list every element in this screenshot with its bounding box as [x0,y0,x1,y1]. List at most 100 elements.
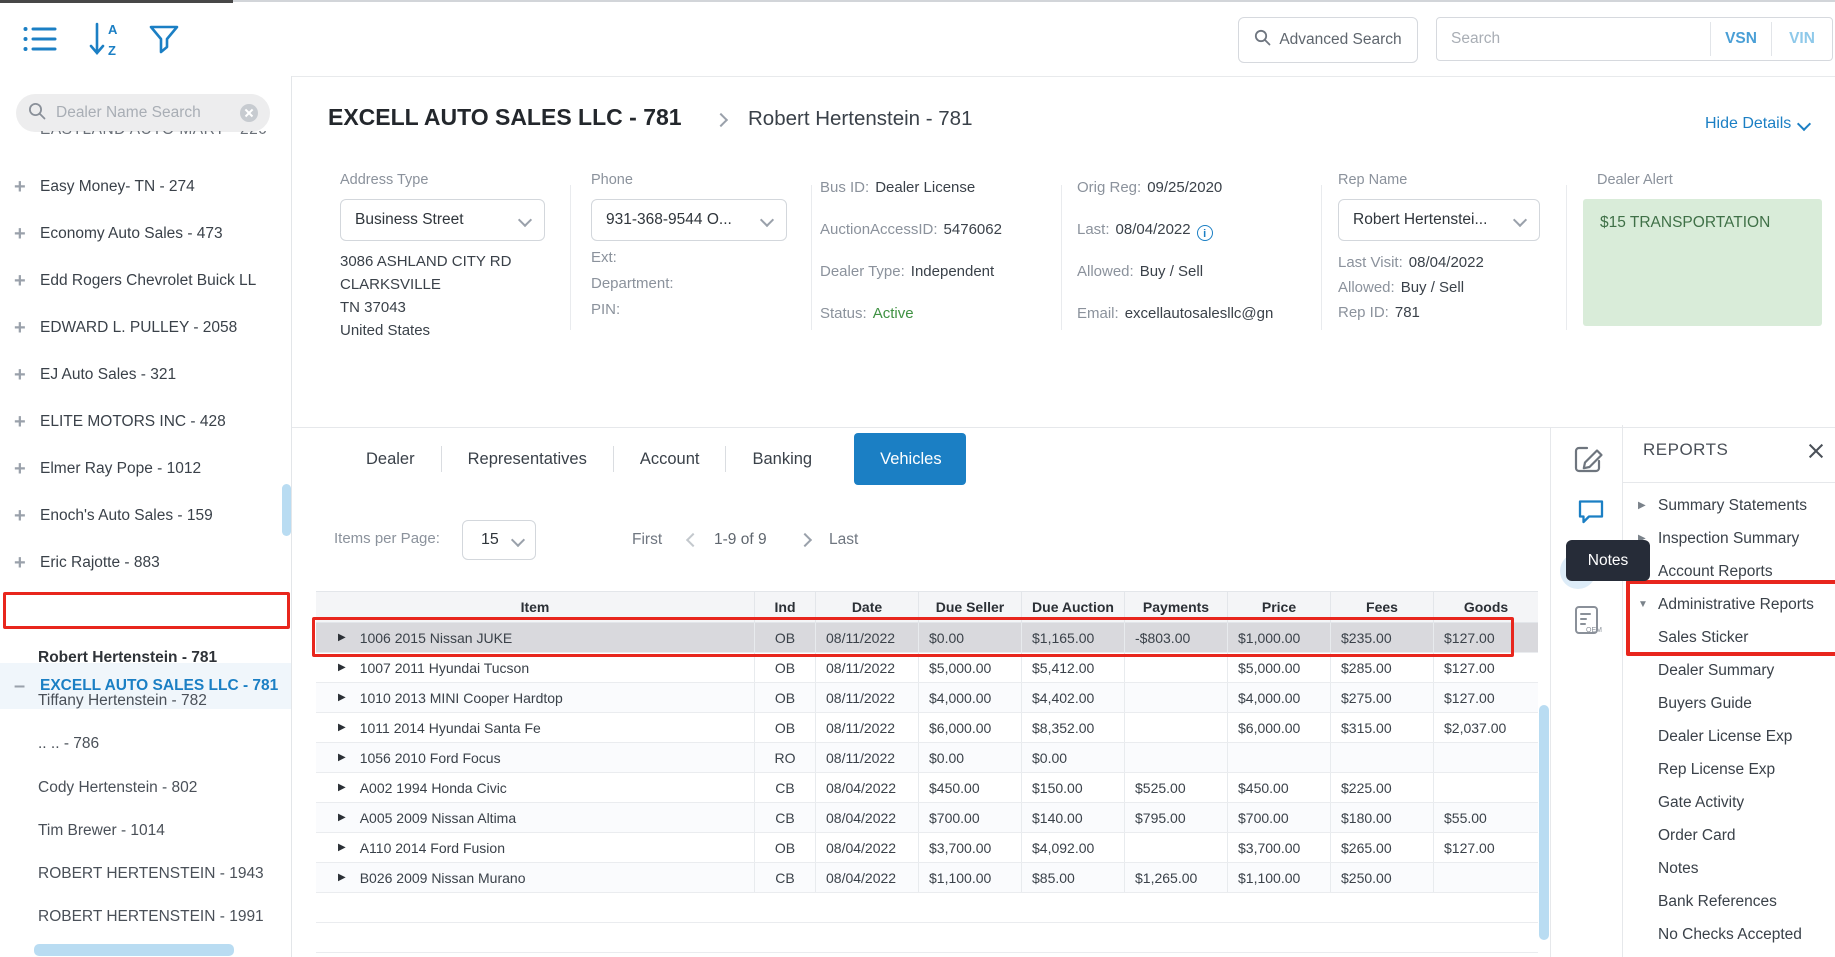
tab-representatives[interactable]: Representatives [442,433,613,485]
expand-plus-icon[interactable]: + [0,411,40,434]
address-type-select[interactable]: Business Street [340,199,545,241]
sidebar-rep-robert-hertenstein-1991[interactable]: ROBERT HERTENSTEIN - 1991 [0,895,292,939]
row-expand-icon[interactable]: ▶ [338,842,346,853]
report-item-summary-statements[interactable]: ▶Summary Statements [1622,489,1835,522]
row-expand-icon[interactable]: ▶ [338,752,346,763]
row-expand-icon[interactable]: ▶ [338,872,346,883]
table-row-a002-1994-honda-civic[interactable]: ▶A002 1994 Honda CivicCB08/04/2022$450.0… [316,773,1538,803]
info-icon[interactable]: i [1197,225,1213,241]
chat-icon[interactable] [1577,498,1605,530]
row-expand-icon[interactable]: ▶ [338,722,346,733]
report-item-notes[interactable]: Notes [1622,852,1835,885]
pagination-prev-icon[interactable] [686,533,700,547]
triangle-down-icon[interactable]: ▼ [1638,599,1648,610]
phone-select[interactable]: 931-368-9544 O... [591,199,787,241]
tab-dealer[interactable]: Dealer [340,433,441,485]
column-header-payments[interactable]: Payments [1125,592,1228,622]
report-item-buyers-guide[interactable]: Buyers Guide [1622,687,1835,720]
sidebar-item-elmer-ray-pope-1012[interactable]: +Elmer Ray Pope - 1012 [0,446,292,492]
sidebar-item-economy-auto-sales-473[interactable]: +Economy Auto Sales - 473 [0,211,292,257]
report-item-order-card[interactable]: Order Card [1622,819,1835,852]
vin-button[interactable]: VIN [1772,18,1832,60]
column-header-ind[interactable]: Ind [755,592,816,622]
report-item-bank-references[interactable]: Bank References [1622,885,1835,918]
clipped-dealer-item[interactable]: EASTLAND AUTO MART - 220 [0,131,292,146]
expand-plus-icon[interactable]: + [0,364,40,387]
list-icon[interactable] [22,25,58,58]
breadcrumb-dealer[interactable]: EXCELL AUTO SALES LLC - 781 [328,104,682,131]
edit-icon[interactable] [1572,443,1604,480]
sidebar-item-elite-motors-inc-428[interactable]: +ELITE MOTORS INC - 428 [0,399,292,445]
report-item-dealer-license-exp[interactable]: Dealer License Exp [1622,720,1835,753]
breadcrumb-representative[interactable]: Robert Hertenstein - 781 [748,107,972,131]
expand-plus-icon[interactable]: + [0,552,40,575]
table-vertical-scrollbar[interactable] [1539,705,1549,940]
report-item-administrative-reports[interactable]: ▼Administrative Reports [1622,588,1835,621]
column-header-price[interactable]: Price [1228,592,1331,622]
search-input[interactable] [1437,18,1710,60]
table-row-1056-2010-ford-focus[interactable]: ▶1056 2010 Ford FocusRO08/11/2022$0.00$0… [316,743,1538,773]
sidebar-rep-cody-hertenstein-802[interactable]: Cody Hertenstein - 802 [0,766,292,810]
report-item-rep-license-exp[interactable]: Rep License Exp [1622,753,1835,786]
table-row-1006-2015-nissan-juke[interactable]: ▶1006 2015 Nissan JUKEOB08/11/2022$0.00$… [316,623,1538,653]
sidebar-item-easy-money-tn-274[interactable]: +Easy Money- TN - 274 [0,164,292,210]
sort-az-icon[interactable]: A Z [88,21,120,62]
column-header-goods[interactable]: Goods [1434,592,1538,622]
sidebar-horizontal-scrollbar[interactable] [34,944,234,956]
row-expand-icon[interactable]: ▶ [338,812,346,823]
expand-plus-icon[interactable]: + [0,270,40,293]
row-expand-icon[interactable]: ▶ [338,632,346,643]
rep-name-select[interactable]: Robert Hertenstei... [1338,199,1540,241]
sidebar-item-edward-l-pulley-2058[interactable]: +EDWARD L. PULLEY - 2058 [0,305,292,351]
sidebar-item-ej-auto-sales-321[interactable]: +EJ Auto Sales - 321 [0,352,292,398]
expand-plus-icon[interactable]: + [0,317,40,340]
sidebar-rep-robert-hertenstein-781[interactable]: Robert Hertenstein - 781 [0,636,292,680]
table-row-1007-2011-hyundai-tucson[interactable]: ▶1007 2011 Hyundai TucsonOB08/11/2022$5,… [316,653,1538,683]
pagination-first[interactable]: First [632,531,662,549]
dealer-name-search-input[interactable] [54,103,232,123]
advanced-search-button[interactable]: Advanced Search [1238,17,1418,63]
hide-details-link[interactable]: Hide Details [1705,115,1809,133]
report-item-gate-activity[interactable]: Gate Activity [1622,786,1835,819]
sidebar-rep-robert-hertenstein-1943[interactable]: ROBERT HERTENSTEIN - 1943 [0,852,292,896]
sidebar-rep-786[interactable]: .. .. - 786 [0,722,292,766]
sidebar-item-edd-rogers-chevrolet-buick-ll[interactable]: +Edd Rogers Chevrolet Buick LL [0,258,292,304]
items-per-page-select[interactable]: 15 [462,520,536,560]
filter-icon[interactable] [148,23,180,60]
tab-account[interactable]: Account [614,433,726,485]
report-item-account-reports[interactable]: ▶Account Reports [1622,555,1835,588]
close-icon[interactable] [1806,441,1826,461]
column-header-item[interactable]: Item [316,592,755,622]
sidebar-vertical-scrollbar[interactable] [282,484,291,536]
oem-document-icon[interactable]: OEM [1573,605,1603,642]
tab-vehicles[interactable]: Vehicles [854,433,966,485]
report-item-sales-sticker[interactable]: Sales Sticker [1622,621,1835,654]
expand-plus-icon[interactable]: + [0,223,40,246]
sidebar-item-enoch-s-auto-sales-159[interactable]: +Enoch's Auto Sales - 159 [0,493,292,539]
column-header-due-auction[interactable]: Due Auction [1022,592,1125,622]
table-row-b026-2009-nissan-murano[interactable]: ▶B026 2009 Nissan MuranoCB08/04/2022$1,1… [316,863,1538,893]
sidebar-rep-tiffany-hertenstein-782[interactable]: Tiffany Hertenstein - 782 [0,679,292,723]
table-row-a110-2014-ford-fusion[interactable]: ▶A110 2014 Ford FusionOB08/04/2022$3,700… [316,833,1538,863]
table-row-1010-2013-mini-cooper-hardtop[interactable]: ▶1010 2013 MINI Cooper HardtopOB08/11/20… [316,683,1538,713]
expand-plus-icon[interactable]: + [0,505,40,528]
expand-plus-icon[interactable]: + [0,458,40,481]
report-item-inspection-summary[interactable]: ▶Inspection Summary [1622,522,1835,555]
row-expand-icon[interactable]: ▶ [338,692,346,703]
sidebar-rep-tim-brewer-1014[interactable]: Tim Brewer - 1014 [0,809,292,853]
triangle-right-icon[interactable]: ▶ [1638,500,1646,511]
pagination-last[interactable]: Last [829,531,858,549]
report-item-no-checks-accepted[interactable]: No Checks Accepted [1622,918,1835,951]
clear-search-icon[interactable] [240,104,258,122]
row-expand-icon[interactable]: ▶ [338,662,346,673]
table-row-a005-2009-nissan-altima[interactable]: ▶A005 2009 Nissan AltimaCB08/04/2022$700… [316,803,1538,833]
column-header-fees[interactable]: Fees [1331,592,1434,622]
vsn-button[interactable]: VSN [1711,18,1771,60]
report-item-dealer-summary[interactable]: Dealer Summary [1622,654,1835,687]
column-header-date[interactable]: Date [816,592,919,622]
expand-plus-icon[interactable]: + [0,176,40,199]
sidebar-item-eric-rajotte-883[interactable]: +Eric Rajotte - 883 [0,540,292,586]
column-header-due-seller[interactable]: Due Seller [919,592,1022,622]
pagination-next-icon[interactable] [798,533,812,547]
tab-banking[interactable]: Banking [726,433,838,485]
